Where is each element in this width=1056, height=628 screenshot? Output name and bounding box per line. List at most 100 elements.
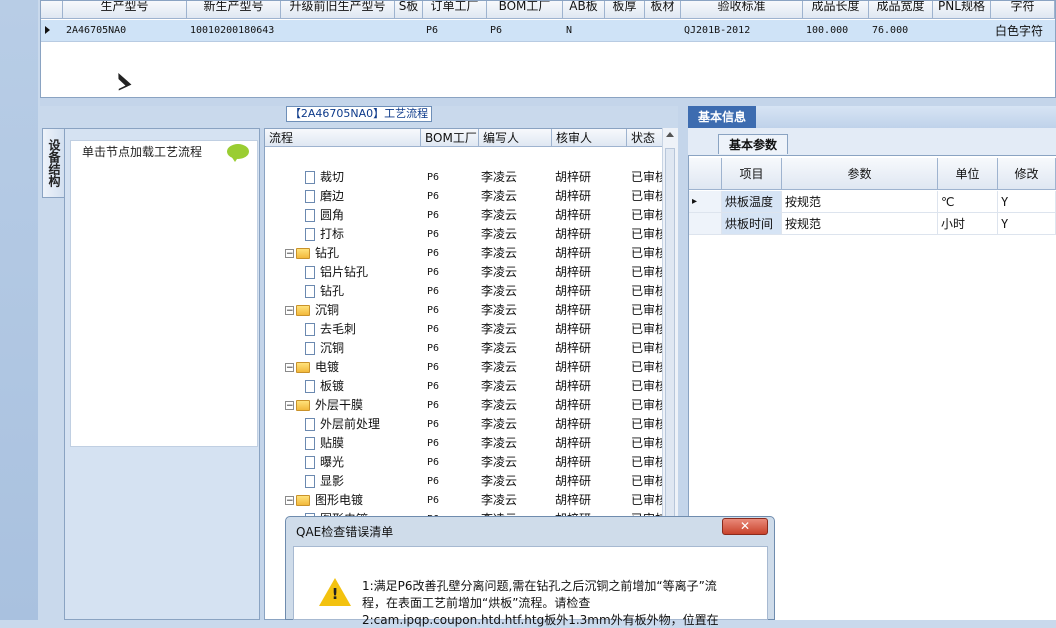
process-step-name[interactable]: 圆角	[305, 206, 435, 225]
process-row[interactable]: 贴膜P6李凌云胡梓研已审核	[265, 434, 665, 453]
order-grid-cell[interactable]: 白色字符	[991, 21, 1055, 41]
process-status-cell[interactable]: 已审核	[631, 168, 663, 187]
process-writer-cell[interactable]: 李凌云	[481, 396, 551, 415]
process-step-name[interactable]: 裁切	[305, 168, 435, 187]
param-cell-edit[interactable]: Y	[998, 191, 1056, 213]
process-row[interactable]: 钻孔P6李凌云胡梓研已审核	[265, 282, 665, 301]
process-grid-header[interactable]: BOM工厂	[421, 129, 479, 147]
process-writer-cell[interactable]: 李凌云	[481, 244, 551, 263]
process-status-cell[interactable]: 已审核	[631, 301, 663, 320]
process-writer-cell[interactable]: 李凌云	[481, 187, 551, 206]
collapse-icon[interactable]: −	[285, 401, 294, 411]
order-grid-cell[interactable]: 100.000	[803, 21, 869, 41]
process-reviewer-cell[interactable]: 胡梓研	[555, 206, 625, 225]
process-reviewer-cell[interactable]: 胡梓研	[555, 339, 625, 358]
process-step-name[interactable]: 钻孔	[305, 282, 435, 301]
order-grid-cell[interactable]	[395, 21, 423, 41]
process-writer-cell[interactable]: 李凌云	[481, 320, 551, 339]
process-row[interactable]: −钻孔P6李凌云胡梓研已审核	[265, 244, 665, 263]
process-reviewer-cell[interactable]: 胡梓研	[555, 320, 625, 339]
scroll-thumb[interactable]	[665, 148, 675, 578]
process-row[interactable]: 磨边P6李凌云胡梓研已审核	[265, 187, 665, 206]
process-status-cell[interactable]: 已审核	[631, 434, 663, 453]
process-writer-cell[interactable]: 李凌云	[481, 282, 551, 301]
process-reviewer-cell[interactable]: 胡梓研	[555, 358, 625, 377]
process-step-name[interactable]: − 外层干膜	[285, 396, 415, 415]
process-writer-cell[interactable]: 李凌云	[481, 415, 551, 434]
process-reviewer-cell[interactable]: 胡梓研	[555, 491, 625, 510]
process-grid-header[interactable]: 核审人	[552, 129, 627, 147]
process-reviewer-cell[interactable]: 胡梓研	[555, 453, 625, 472]
process-writer-cell[interactable]: 李凌云	[481, 434, 551, 453]
param-grid-header[interactable]: 参数	[782, 158, 938, 190]
process-step-name[interactable]: 沉铜	[305, 339, 435, 358]
process-row[interactable]: 裁切P6李凌云胡梓研已审核	[265, 168, 665, 187]
process-grid-header[interactable]: 流程	[265, 129, 421, 147]
process-writer-cell[interactable]: 李凌云	[481, 225, 551, 244]
process-step-name[interactable]: 板镀	[305, 377, 435, 396]
order-grid-cell[interactable]: QJ201B-2012	[681, 21, 803, 41]
param-cell-item[interactable]: 烘板时间	[722, 213, 782, 235]
process-reviewer-cell[interactable]: 胡梓研	[555, 244, 625, 263]
process-status-cell[interactable]: 已审核	[631, 339, 663, 358]
process-writer-cell[interactable]: 李凌云	[481, 472, 551, 491]
param-cell-item[interactable]: 烘板温度	[722, 191, 782, 213]
collapse-icon[interactable]: −	[285, 496, 294, 506]
param-grid-header[interactable]: 项目	[722, 158, 782, 190]
process-step-name[interactable]: 铝片钻孔	[305, 263, 435, 282]
process-status-cell[interactable]: 已审核	[631, 244, 663, 263]
process-writer-cell[interactable]: 李凌云	[481, 168, 551, 187]
process-step-name[interactable]: 曝光	[305, 453, 435, 472]
order-grid-cell[interactable]	[605, 21, 645, 41]
process-writer-cell[interactable]: 李凌云	[481, 263, 551, 282]
order-grid-cell[interactable]	[281, 21, 395, 41]
order-grid-header[interactable]: 新生产型号	[187, 1, 281, 19]
process-status-cell[interactable]: 已审核	[631, 396, 663, 415]
tree-view[interactable]	[70, 140, 258, 447]
scroll-up-icon[interactable]	[666, 132, 674, 137]
param-cell-unit[interactable]: ℃	[938, 191, 998, 213]
order-grid-cell[interactable]: 76.000	[869, 21, 933, 41]
order-grid-header[interactable]: 成品长度	[803, 1, 869, 19]
tab-equipment-structure[interactable]: 设备结构	[42, 128, 64, 198]
order-grid-header[interactable]: 板材	[645, 1, 681, 19]
process-row[interactable]: 铝片钻孔P6李凌云胡梓研已审核	[265, 263, 665, 282]
process-writer-cell[interactable]: 李凌云	[481, 358, 551, 377]
process-row[interactable]: −图形电镀P6李凌云胡梓研已审核	[265, 491, 665, 510]
process-step-name[interactable]: 贴膜	[305, 434, 435, 453]
row-header[interactable]	[689, 213, 722, 235]
order-grid-header[interactable]: S板	[395, 1, 423, 19]
process-reviewer-cell[interactable]: 胡梓研	[555, 472, 625, 491]
process-step-name[interactable]: − 沉铜	[285, 301, 415, 320]
process-writer-cell[interactable]: 李凌云	[481, 491, 551, 510]
process-step-name[interactable]: 显影	[305, 472, 435, 491]
process-reviewer-cell[interactable]: 胡梓研	[555, 396, 625, 415]
order-grid-header[interactable]: 验收标准	[681, 1, 803, 19]
process-status-cell[interactable]: 已审核	[631, 320, 663, 339]
order-grid-header[interactable]: BOM工厂	[487, 1, 563, 19]
process-row[interactable]: 板镀P6李凌云胡梓研已审核	[265, 377, 665, 396]
param-grid-header[interactable]: 修改	[998, 158, 1056, 190]
row-header[interactable]: ▸	[689, 191, 722, 213]
process-reviewer-cell[interactable]: 胡梓研	[555, 282, 625, 301]
order-grid-cell[interactable]	[645, 21, 681, 41]
process-reviewer-cell[interactable]: 胡梓研	[555, 263, 625, 282]
collapse-icon[interactable]: −	[285, 363, 294, 373]
process-reviewer-cell[interactable]: 胡梓研	[555, 168, 625, 187]
process-status-cell[interactable]: 已审核	[631, 491, 663, 510]
process-status-cell[interactable]: 已审核	[631, 206, 663, 225]
order-grid-cell[interactable]: P6	[423, 21, 487, 41]
process-step-name[interactable]: 打标	[305, 225, 435, 244]
process-reviewer-cell[interactable]: 胡梓研	[555, 377, 625, 396]
order-grid-header[interactable]: 成品宽度	[869, 1, 933, 19]
process-status-cell[interactable]: 已审核	[631, 358, 663, 377]
process-row[interactable]: −电镀P6李凌云胡梓研已审核	[265, 358, 665, 377]
process-status-cell[interactable]: 已审核	[631, 472, 663, 491]
order-grid-cell[interactable]: 10010200180643	[187, 21, 281, 41]
param-cell-param[interactable]: 按规范	[782, 191, 938, 213]
process-status-cell[interactable]: 已审核	[631, 415, 663, 434]
process-writer-cell[interactable]: 李凌云	[481, 301, 551, 320]
process-reviewer-cell[interactable]: 胡梓研	[555, 434, 625, 453]
order-grid-header[interactable]: 板厚	[605, 1, 645, 19]
process-step-name[interactable]: − 图形电镀	[285, 491, 415, 510]
